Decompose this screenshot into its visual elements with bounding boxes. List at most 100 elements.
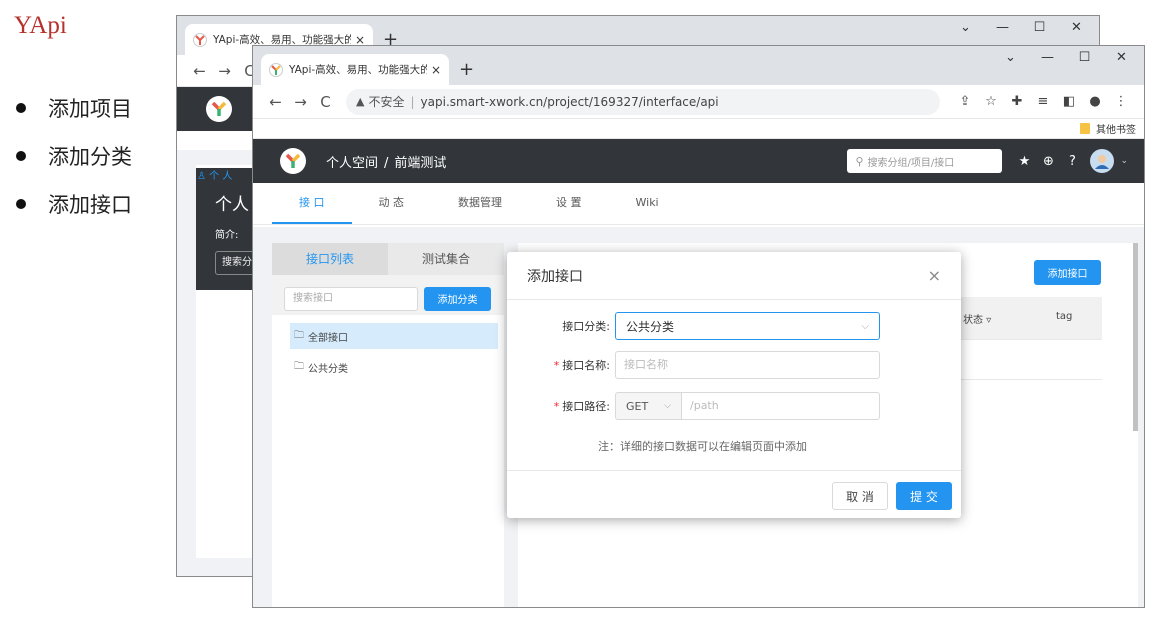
side-panel-icon[interactable]: ◧ bbox=[1056, 94, 1082, 109]
category-tree: 🗀 全部接口 🗀 公共分类 bbox=[272, 315, 504, 380]
forward-arrow-icon[interactable]: → bbox=[212, 62, 237, 80]
back-arrow-icon[interactable]: ← bbox=[263, 93, 288, 111]
add-category-button[interactable]: 添加分类 bbox=[424, 286, 491, 311]
close-window-button[interactable]: ✕ bbox=[1103, 50, 1140, 65]
interface-search-input[interactable]: 搜索接口 bbox=[284, 286, 418, 311]
star-bookmark-icon[interactable]: ☆ bbox=[978, 94, 1004, 109]
chevron-down-icon: ⌵ bbox=[664, 401, 671, 411]
back-group-card: 个人 简介: 搜索分 bbox=[196, 168, 256, 290]
search-icon: ⚲ bbox=[855, 154, 864, 168]
close-window-button[interactable]: ✕ bbox=[1058, 20, 1095, 35]
sidebar-tabs: 接口列表 测试集合 bbox=[272, 243, 504, 275]
modal-footer: 取 消 提 交 bbox=[507, 470, 961, 518]
breadcrumb: 个人空间 / 前端测试 bbox=[326, 155, 447, 171]
maximize-button[interactable]: ☐ bbox=[1021, 20, 1058, 35]
reload-icon[interactable]: C bbox=[313, 93, 338, 111]
form-row-path: * 接口路径: GET ⌵ /path bbox=[507, 392, 961, 420]
help-icon[interactable]: ? bbox=[1060, 154, 1084, 169]
path-input[interactable]: /path bbox=[681, 392, 880, 420]
tab-interface[interactable]: 接 口 bbox=[272, 182, 352, 224]
modal-header: 添加接口 × bbox=[507, 252, 961, 300]
bullet-dot-icon bbox=[16, 151, 26, 161]
header-icons: ★ ⊕ ? ⌄ bbox=[1012, 149, 1128, 173]
add-circle-icon[interactable]: ⊕ bbox=[1036, 154, 1060, 169]
app-header: 个人空间 / 前端测试 ⚲ 搜索分组/项目/接口 ★ ⊕ ? ⌄ bbox=[253, 139, 1144, 183]
column-status[interactable]: 状态 ▿ bbox=[963, 311, 991, 326]
column-tag: tag bbox=[1056, 311, 1073, 322]
tab-settings[interactable]: 设 置 bbox=[529, 182, 609, 224]
url-bar[interactable]: ▲ 不安全 | yapi.smart-xwork.cn/project/1693… bbox=[346, 88, 940, 115]
tree-item-public[interactable]: 🗀 公共分类 bbox=[290, 354, 498, 380]
yapi-favicon-icon bbox=[269, 62, 283, 77]
form-row-category: 接口分类: 公共分类 ⌵ bbox=[507, 312, 961, 340]
address-bar: ← → C ▲ 不安全 | yapi.smart-xwork.cn/projec… bbox=[253, 85, 1144, 119]
tab-activity[interactable]: 动 态 bbox=[352, 182, 432, 224]
browser-tab[interactable]: YApi-高效、易用、功能强大的可 × bbox=[261, 54, 449, 85]
form-note: 注：详细的接口数据可以在编辑页面中添加 bbox=[598, 440, 807, 453]
bookmarks-bar: 其他书签 bbox=[253, 119, 1144, 139]
bullet-dot-icon bbox=[16, 103, 26, 113]
form-row-name: * 接口名称: 接口名称 bbox=[507, 351, 961, 379]
method-select[interactable]: GET ⌵ bbox=[615, 392, 681, 420]
add-interface-modal: 添加接口 × 接口分类: 公共分类 ⌵ * 接口名称: 接口名称 * 接口路径: G… bbox=[507, 252, 961, 518]
minimize-button[interactable]: — bbox=[984, 20, 1021, 35]
project-nav: 接 口 动 态 数据管理 设 置 Wiki bbox=[253, 183, 1144, 225]
bullet-item: 添加分类 bbox=[14, 132, 132, 180]
cancel-button[interactable]: 取 消 bbox=[832, 482, 888, 510]
tab-interface-list[interactable]: 接口列表 bbox=[272, 243, 388, 275]
tab-close-icon[interactable]: × bbox=[431, 63, 441, 77]
star-icon[interactable]: ★ bbox=[1012, 154, 1036, 169]
category-select[interactable]: 公共分类 ⌵ bbox=[615, 312, 880, 340]
reading-list-icon[interactable]: ≡ bbox=[1030, 94, 1056, 109]
breadcrumb-space[interactable]: 个人空间 bbox=[326, 156, 378, 171]
tab-data-management[interactable]: 数据管理 bbox=[431, 182, 529, 224]
not-secure-label: 不安全 bbox=[368, 95, 405, 109]
minimize-button[interactable]: — bbox=[1029, 50, 1066, 65]
breadcrumb-project: 前端测试 bbox=[394, 155, 447, 171]
filter-icon[interactable]: ▿ bbox=[986, 315, 991, 326]
bullet-list: 添加项目 添加分类 添加接口 bbox=[14, 84, 132, 228]
tab-search-icon[interactable]: ⌄ bbox=[947, 20, 984, 35]
interface-name-input[interactable]: 接口名称 bbox=[615, 351, 880, 379]
tab-wiki[interactable]: Wiki bbox=[609, 182, 686, 224]
chevron-down-icon[interactable]: ⌄ bbox=[1120, 156, 1128, 166]
tab-search-icon[interactable]: ⌄ bbox=[992, 50, 1029, 65]
bullet-item: 添加接口 bbox=[14, 180, 132, 228]
maximize-button[interactable]: ☐ bbox=[1066, 50, 1103, 65]
profile-icon[interactable]: ● bbox=[1082, 94, 1108, 109]
forward-arrow-icon[interactable]: → bbox=[288, 93, 313, 111]
header-search-input[interactable]: ⚲ 搜索分组/项目/接口 bbox=[847, 149, 1003, 173]
window-controls: ⌄ — ☐ ✕ bbox=[992, 50, 1140, 65]
back-search-input[interactable]: 搜索分 bbox=[215, 251, 256, 275]
scrollbar[interactable] bbox=[1133, 243, 1138, 431]
other-bookmarks[interactable]: 其他书签 bbox=[1096, 121, 1136, 136]
close-icon[interactable]: × bbox=[928, 266, 941, 285]
back-user-item[interactable]: ♙ 个 人 bbox=[197, 167, 232, 182]
extensions-icon[interactable]: ✚ bbox=[1004, 94, 1030, 109]
yapi-logo-icon[interactable] bbox=[280, 148, 306, 174]
new-tab-button[interactable]: + bbox=[459, 59, 474, 80]
folder-icon bbox=[1080, 123, 1090, 134]
submit-button[interactable]: 提 交 bbox=[896, 482, 952, 510]
add-interface-button[interactable]: 添加接口 bbox=[1034, 260, 1101, 285]
tree-item-all[interactable]: 🗀 全部接口 bbox=[290, 323, 498, 349]
share-icon[interactable]: ⇪ bbox=[952, 94, 978, 109]
name-label: * 接口名称: bbox=[553, 359, 610, 372]
yapi-logo-icon[interactable] bbox=[206, 96, 232, 122]
url-text: yapi.smart-xwork.cn/project/169327/inter… bbox=[420, 94, 719, 109]
folder-icon: 🗀 bbox=[294, 360, 304, 372]
interface-sidebar: 接口列表 测试集合 搜索接口 添加分类 🗀 全部接口 🗀 公共分类 bbox=[272, 243, 504, 607]
avatar[interactable] bbox=[1090, 149, 1115, 173]
modal-title: 添加接口 bbox=[527, 268, 583, 285]
more-menu-icon[interactable]: ⋮ bbox=[1108, 94, 1134, 109]
window-controls: ⌄ — ☐ ✕ bbox=[947, 20, 1095, 35]
slide-title: YApi bbox=[14, 12, 67, 39]
chevron-down-icon: ⌵ bbox=[861, 320, 869, 332]
browser-toolbar-icons: ⇪ ☆ ✚ ≡ ◧ ● ⋮ bbox=[952, 94, 1134, 109]
back-arrow-icon[interactable]: ← bbox=[187, 62, 212, 80]
tab-test-collection[interactable]: 测试集合 bbox=[388, 243, 504, 275]
bullet-dot-icon bbox=[16, 199, 26, 209]
folder-icon: 🗀 bbox=[294, 329, 304, 341]
bullet-item: 添加项目 bbox=[14, 84, 132, 132]
category-label: 接口分类: bbox=[562, 320, 610, 333]
